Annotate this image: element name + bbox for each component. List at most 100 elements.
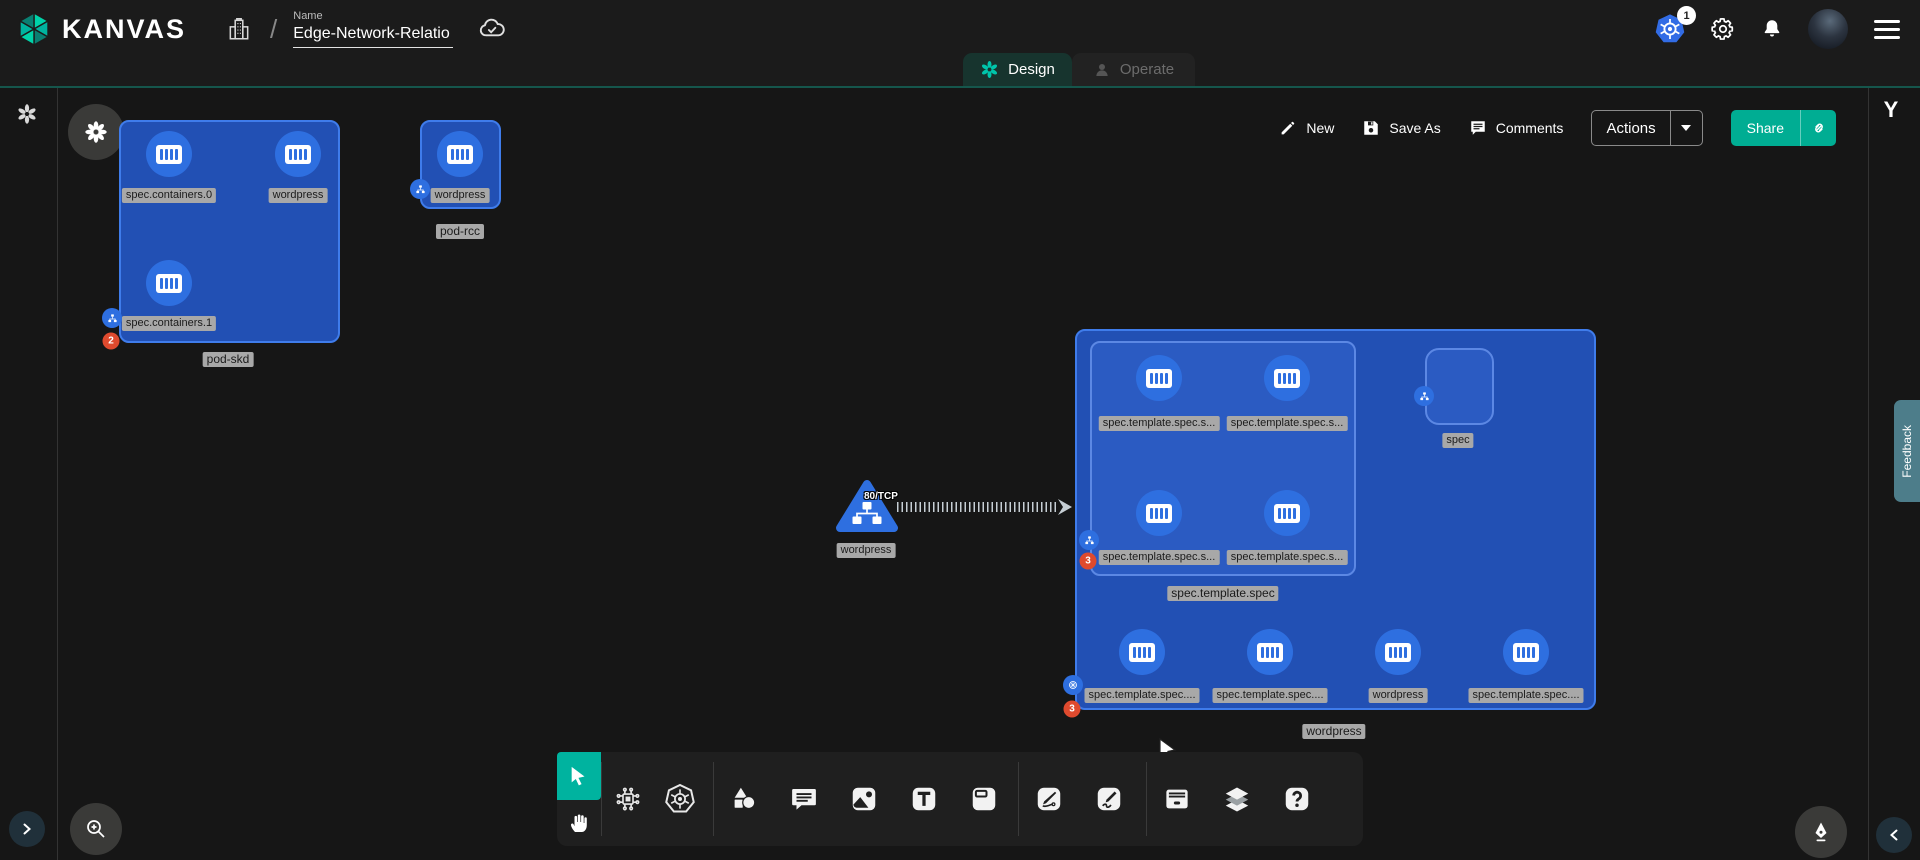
node-container[interactable] (1247, 629, 1293, 675)
expand-left-panel-button[interactable] (9, 811, 45, 847)
container-icon (156, 274, 182, 293)
pencil-tool-button[interactable] (1079, 752, 1139, 846)
new-button[interactable]: New (1279, 119, 1334, 137)
save-as-label: Save As (1389, 120, 1440, 136)
tab-operate-label: Operate (1120, 61, 1174, 78)
node-container[interactable] (1375, 629, 1421, 675)
node-container[interactable] (1136, 490, 1182, 536)
group-count-badge[interactable]: 3 (1064, 701, 1081, 718)
image-tool-button[interactable] (834, 752, 894, 846)
design-name-input[interactable] (293, 24, 453, 48)
tab-design[interactable]: Design (963, 53, 1072, 86)
comments-button[interactable]: Comments (1469, 119, 1564, 137)
group-relationship-badge[interactable] (1063, 675, 1083, 695)
tab-icon (969, 784, 999, 814)
group-relationship-badge[interactable] (410, 179, 430, 199)
node-label: spec.template.spec.... (1213, 688, 1328, 703)
container-icon (447, 145, 473, 164)
actions-label: Actions (1592, 120, 1669, 137)
hamburger-icon (1874, 20, 1900, 39)
drawer-icon (1162, 784, 1192, 814)
node-container[interactable] (1264, 490, 1310, 536)
node-container[interactable] (1264, 355, 1310, 401)
canvas-actions-bar: New Save As Comments A (1279, 110, 1836, 146)
node-label: spec.template.spec.... (1469, 688, 1584, 703)
group-spec-template-spec[interactable] (1090, 341, 1356, 576)
sync-spinner-icon[interactable] (16, 103, 38, 125)
group-count-badge[interactable]: 2 (103, 333, 120, 350)
avatar[interactable] (1808, 9, 1848, 49)
edge-service-to-deployment[interactable] (897, 502, 1057, 512)
floppy-icon (1362, 119, 1380, 137)
save-as-button[interactable]: Save As (1362, 119, 1440, 137)
text-tool-button[interactable] (894, 752, 954, 846)
copy-link-button[interactable] (1800, 110, 1836, 146)
container-icon (1385, 643, 1411, 662)
node-service-wordpress[interactable] (835, 478, 899, 534)
kanvas-logo[interactable]: KANVAS (16, 11, 186, 47)
node-container[interactable] (1119, 629, 1165, 675)
tab-operate[interactable]: Operate (1072, 53, 1195, 86)
hand-icon (567, 811, 591, 835)
help-button[interactable] (1267, 752, 1327, 846)
notifications-button[interactable] (1760, 17, 1784, 41)
node-container[interactable] (1136, 355, 1182, 401)
pan-tool-button[interactable] (557, 800, 601, 846)
pen-tool-button[interactable] (1019, 752, 1079, 846)
tab-tool-button[interactable] (954, 752, 1014, 846)
kubernetes-context-switcher[interactable]: 1 (1654, 13, 1686, 45)
breadcrumb-separator: / (270, 14, 277, 45)
node-container[interactable] (1503, 629, 1549, 675)
node-spec[interactable] (1425, 348, 1494, 425)
node-label: wordpress (269, 188, 328, 203)
drawer-button[interactable] (1147, 752, 1207, 846)
layers-button[interactable] (1207, 752, 1267, 846)
shapes-tool-button[interactable] (714, 752, 774, 846)
settings-button[interactable] (1710, 16, 1736, 42)
share-label: Share (1731, 120, 1800, 136)
group-label: pod-skd (203, 352, 254, 367)
design-canvas[interactable]: New Save As Comments A (0, 86, 1920, 860)
node-container-wordpress[interactable] (275, 131, 321, 177)
share-button[interactable]: Share (1731, 110, 1836, 146)
node-container-wordpress[interactable] (437, 131, 483, 177)
layers-icon (1222, 784, 1252, 814)
zoom-button[interactable] (70, 803, 122, 855)
group-relationship-badge[interactable] (102, 308, 122, 328)
select-tool-button[interactable] (557, 752, 601, 800)
actions-dropdown-button[interactable]: Actions (1591, 110, 1702, 146)
organization-icon[interactable] (226, 16, 252, 42)
node-container-spec-containers-0[interactable] (146, 131, 192, 177)
feedback-label: Feedback (1900, 425, 1914, 478)
node-label: spec.template.spec.s... (1227, 550, 1348, 565)
design-name-field: Name (293, 10, 453, 48)
group-count-badge[interactable]: 3 (1080, 553, 1097, 570)
kubernetes-components-button[interactable] (654, 752, 706, 846)
node-container-spec-containers-1[interactable] (146, 260, 192, 306)
chevron-right-icon (21, 823, 33, 835)
container-icon (1274, 504, 1300, 523)
circuit-icon (613, 784, 643, 814)
comment-icon (789, 784, 819, 814)
container-icon (1146, 369, 1172, 388)
pen-icon (1034, 784, 1064, 814)
edge-arrowhead (1055, 497, 1075, 517)
new-label: New (1306, 120, 1334, 136)
container-icon (285, 145, 311, 164)
comment-tool-button[interactable] (774, 752, 834, 846)
node-label: wordpress (1369, 688, 1428, 703)
collapse-right-panel-button[interactable] (1876, 817, 1912, 853)
feedback-tab[interactable]: Feedback (1894, 400, 1920, 502)
yaml-panel-toggle[interactable]: Y (1884, 97, 1899, 123)
design-spiral-icon (980, 60, 999, 79)
actions-caret[interactable] (1670, 110, 1702, 146)
whiteboard-pen-button[interactable] (1795, 806, 1847, 858)
group-relationship-badge[interactable] (1079, 530, 1099, 550)
menu-button[interactable] (1874, 20, 1920, 39)
node-relationship-badge[interactable] (1414, 386, 1434, 406)
component-explorer-button[interactable] (602, 752, 654, 846)
bottom-toolbar (557, 752, 1363, 846)
kubernetes-icon (664, 783, 696, 815)
dock-flower-button[interactable] (68, 104, 124, 160)
node-label: wordpress (431, 188, 490, 203)
